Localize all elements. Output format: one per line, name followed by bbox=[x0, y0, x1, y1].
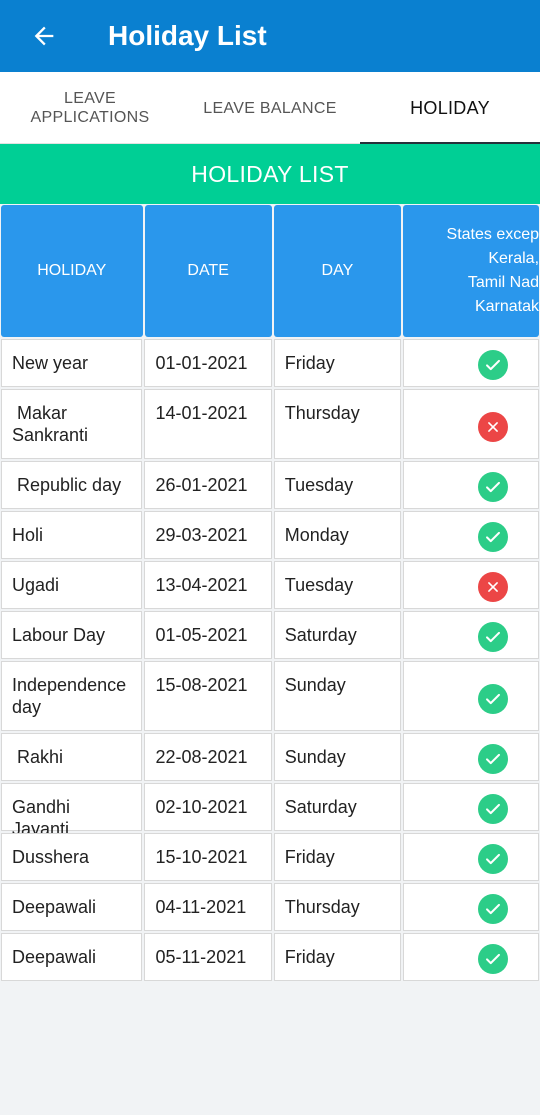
date-cell: 02-10-2021 bbox=[144, 783, 272, 831]
check-circle-icon bbox=[478, 794, 509, 824]
day-cell: Saturday bbox=[273, 611, 402, 659]
arrow-left-icon bbox=[34, 26, 54, 46]
holiday-cell: Deepawali bbox=[1, 933, 143, 981]
header-states-label: States excep Kerala, Tamil Nad Karnatak bbox=[446, 226, 540, 315]
date-cell: 26-01-2021 bbox=[144, 461, 272, 509]
day-cell: Friday bbox=[273, 933, 402, 981]
table-row: Independence day 15-08-2021 Sunday bbox=[0, 660, 540, 732]
tab-label: LEAVE BALANCE bbox=[203, 99, 337, 117]
tab-holiday[interactable]: HOLIDAY bbox=[360, 72, 540, 145]
status-cell bbox=[403, 339, 540, 387]
day-cell: Thursday bbox=[273, 389, 402, 459]
holiday-cell: Republic day bbox=[1, 461, 143, 509]
date-cell: 04-11-2021 bbox=[144, 883, 272, 931]
date-cell: 29-03-2021 bbox=[144, 511, 272, 559]
check-circle-icon bbox=[478, 350, 509, 380]
holiday-cell: Ugadi bbox=[1, 561, 143, 609]
table-row: Holi 29-03-2021 Monday bbox=[0, 510, 540, 560]
tab-label: LEAVE APPLICATIONS bbox=[30, 90, 150, 126]
holiday-cell: Labour Day bbox=[1, 611, 143, 659]
day-cell: Sunday bbox=[273, 733, 402, 781]
check-circle-icon bbox=[478, 944, 509, 974]
date-cell: 01-05-2021 bbox=[144, 611, 272, 659]
date-cell: 01-01-2021 bbox=[144, 339, 272, 387]
date-cell: 13-04-2021 bbox=[144, 561, 272, 609]
holiday-list-banner: HOLIDAY LIST bbox=[0, 144, 540, 204]
holiday-cell: Holi bbox=[1, 511, 143, 559]
table-row: Rakhi 22-08-2021 Sunday bbox=[0, 732, 540, 782]
table-body: New year 01-01-2021 Friday Makar Sankranti… bbox=[0, 338, 540, 982]
table-header-row: HOLIDAY DATE DAY States excep Kerala, Ta… bbox=[0, 204, 540, 338]
status-cell bbox=[403, 561, 540, 609]
date-cell: 15-08-2021 bbox=[144, 661, 272, 731]
cross-circle-icon bbox=[478, 572, 509, 602]
day-cell: Tuesday bbox=[273, 461, 402, 509]
check-circle-icon bbox=[478, 522, 509, 552]
table-row: Gandhi Jayanti 02-10-2021 Saturday bbox=[0, 782, 540, 839]
status-cell bbox=[403, 511, 540, 559]
header-holiday: HOLIDAY bbox=[1, 205, 143, 337]
table-row: New year 01-01-2021 Friday bbox=[0, 338, 540, 388]
back-button[interactable] bbox=[14, 6, 74, 66]
status-cell bbox=[403, 611, 540, 659]
status-cell bbox=[403, 883, 540, 931]
tab-leave-balance[interactable]: LEAVE BALANCE bbox=[180, 72, 360, 144]
check-circle-icon bbox=[478, 894, 509, 924]
tab-bar: LEAVE APPLICATIONS LEAVE BALANCE HOLIDAY bbox=[0, 72, 540, 145]
check-circle-icon bbox=[478, 622, 509, 652]
table-row: Deepawali 04-11-2021 Thursday bbox=[0, 882, 540, 932]
status-cell bbox=[403, 833, 540, 881]
day-cell: Friday bbox=[273, 833, 402, 881]
date-cell: 05-11-2021 bbox=[144, 933, 272, 981]
status-cell bbox=[403, 733, 540, 781]
check-circle-icon bbox=[478, 472, 509, 502]
tab-leave-applications[interactable]: LEAVE APPLICATIONS bbox=[0, 72, 180, 144]
day-cell: Thursday bbox=[273, 883, 402, 931]
page-title: Holiday List bbox=[108, 20, 267, 51]
header-date: DATE bbox=[144, 205, 272, 337]
holiday-cell: Rakhi bbox=[1, 733, 143, 781]
status-cell bbox=[403, 933, 540, 981]
day-cell: Friday bbox=[273, 339, 402, 387]
holiday-cell: Gandhi Jayanti bbox=[1, 783, 143, 839]
cross-circle-icon bbox=[478, 412, 509, 442]
tab-label: HOLIDAY bbox=[410, 97, 490, 118]
status-cell bbox=[403, 783, 540, 831]
day-cell: Sunday bbox=[273, 661, 402, 731]
holiday-table: HOLIDAY DATE DAY States excep Kerala, Ta… bbox=[0, 204, 540, 982]
table-row: Republic day 26-01-2021 Tuesday bbox=[0, 460, 540, 510]
check-circle-icon bbox=[478, 744, 509, 774]
status-cell bbox=[403, 661, 540, 731]
day-cell: Saturday bbox=[273, 783, 402, 831]
table-row: Makar Sankranti 14-01-2021 Thursday bbox=[0, 388, 540, 460]
holiday-cell: New year bbox=[1, 339, 143, 387]
table-row: Deepawali 05-11-2021 Friday bbox=[0, 932, 540, 982]
date-cell: 22-08-2021 bbox=[144, 733, 272, 781]
holiday-cell: Makar Sankranti bbox=[1, 389, 143, 459]
header-states: States excep Kerala, Tamil Nad Karnatak bbox=[403, 205, 540, 337]
table-row: Labour Day 01-05-2021 Saturday bbox=[0, 610, 540, 660]
status-cell bbox=[403, 461, 540, 509]
holiday-cell: Deepawali bbox=[1, 883, 143, 931]
app-bar: Holiday List bbox=[0, 0, 540, 72]
check-circle-icon bbox=[478, 844, 509, 874]
date-cell: 15-10-2021 bbox=[144, 833, 272, 881]
header-day: DAY bbox=[273, 205, 402, 337]
day-cell: Monday bbox=[273, 511, 402, 559]
day-cell: Tuesday bbox=[273, 561, 402, 609]
table-row: Ugadi 13-04-2021 Tuesday bbox=[0, 560, 540, 610]
status-cell bbox=[403, 389, 540, 459]
holiday-cell: Independence day bbox=[1, 661, 143, 731]
holiday-cell: Dusshera bbox=[1, 833, 143, 881]
check-circle-icon bbox=[478, 684, 509, 714]
date-cell: 14-01-2021 bbox=[144, 389, 272, 459]
table-row: Dusshera 15-10-2021 Friday bbox=[0, 832, 540, 882]
